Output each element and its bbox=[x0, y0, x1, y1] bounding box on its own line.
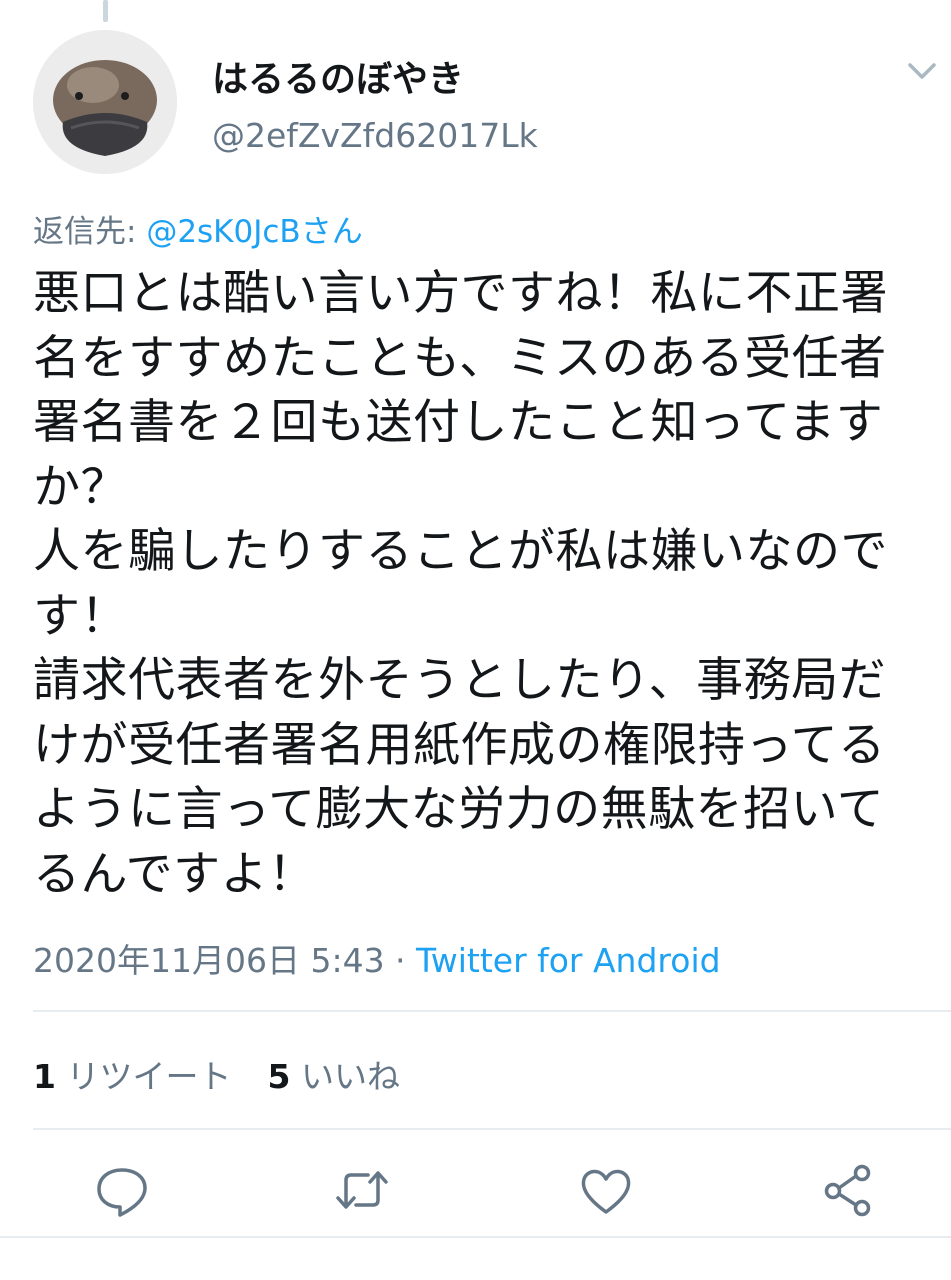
divider bbox=[0, 1236, 951, 1238]
avatar[interactable] bbox=[33, 30, 177, 174]
retweets-stat[interactable]: 1 リツイート bbox=[33, 1057, 231, 1096]
tweet-stats: 1 リツイート 5 いいね bbox=[33, 1050, 400, 1098]
divider bbox=[33, 1128, 951, 1130]
likes-stat[interactable]: 5 いいね bbox=[267, 1057, 399, 1096]
reply-button[interactable] bbox=[92, 1160, 152, 1220]
chevron-down-icon[interactable] bbox=[902, 56, 942, 86]
tweet-text: 悪口とは酷い言い方ですね！私に不正署 名をすすめたことも、ミスのある受任者 署名… bbox=[33, 266, 888, 902]
display-name[interactable]: はるるのぼやき bbox=[212, 50, 464, 102]
action-bar bbox=[0, 1160, 951, 1230]
tweet-client-link[interactable]: Twitter for Android bbox=[416, 941, 721, 980]
share-icon bbox=[824, 1164, 871, 1217]
retweet-button[interactable] bbox=[332, 1160, 392, 1220]
retweets-count: 1 bbox=[33, 1057, 56, 1096]
likes-count: 5 bbox=[267, 1057, 291, 1096]
heart-icon bbox=[581, 1169, 631, 1214]
reply-to-prefix: 返信先: bbox=[33, 214, 147, 250]
share-button[interactable] bbox=[818, 1160, 878, 1220]
retweet-icon bbox=[336, 1171, 388, 1209]
reply-to-line: 返信先: @2sK0JcBさん bbox=[33, 206, 363, 251]
likes-label: いいね bbox=[300, 1057, 400, 1096]
tweet-meta: 2020年11月06日 5:43 · Twitter for Android bbox=[33, 934, 721, 982]
tweet-timestamp[interactable]: 2020年11月06日 5:43 · bbox=[33, 941, 416, 980]
retweets-label: リツイート bbox=[66, 1057, 232, 1096]
reply-icon bbox=[97, 1168, 147, 1217]
user-handle[interactable]: @2efZvZfd62017Lk bbox=[212, 116, 538, 155]
divider bbox=[33, 1010, 951, 1012]
like-button[interactable] bbox=[576, 1160, 636, 1220]
reply-to-mention-link[interactable]: @2sK0JcBさん bbox=[146, 214, 362, 250]
thread-connector-line bbox=[103, 0, 108, 22]
platypus-avatar-icon bbox=[33, 30, 177, 174]
